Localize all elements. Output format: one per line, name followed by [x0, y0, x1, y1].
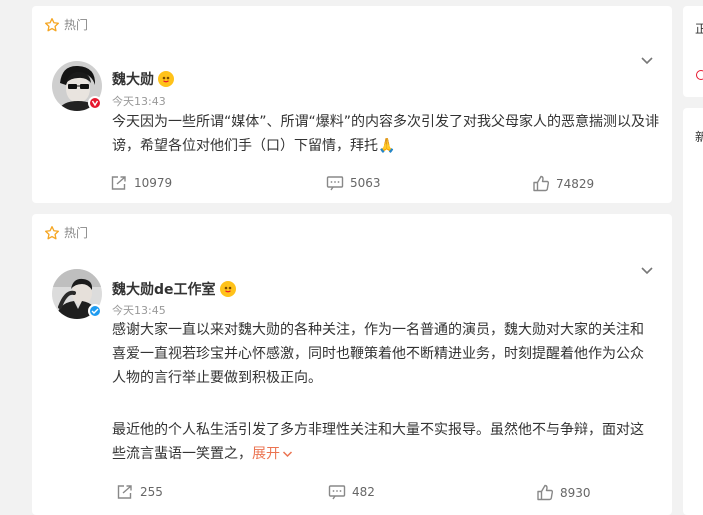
verified-badge-icon — [88, 304, 102, 318]
text-line: 今天因为一些所谓“媒体”、所谓“爆料”的内容多次引发了对我父母家人的恶意揣测以及… — [112, 114, 660, 130]
right-sidebar-card: 新 — [683, 108, 703, 515]
text-line: 喜爱一直视若珍宝并心怀感激，同时也鞭策着他不断精进业务，时刻提醒着他作为公众 — [112, 346, 644, 362]
comment-icon — [328, 485, 346, 500]
weibo-post-card: 热门 魏大勋 今天13:43 今天因为一些所谓“媒体”、所谓“爆料”的内容多次引… — [32, 6, 672, 203]
like-button[interactable]: 8930 — [536, 484, 591, 501]
thumbs-up-icon — [533, 175, 550, 192]
author-line: 魏大勋de工作室 — [112, 279, 236, 299]
hot-tag: 热门 — [44, 16, 88, 33]
vip-member-icon — [158, 71, 174, 87]
chevron-down-icon[interactable] — [640, 56, 654, 66]
comment-button[interactable]: 5063 — [326, 175, 381, 191]
comment-count: 5063 — [350, 176, 381, 190]
text-line: 谤，希望各位对他们手（口）下留情，拜托🙏 — [112, 138, 396, 154]
sidebar-heading: 正 — [695, 22, 703, 36]
radio-icon[interactable] — [696, 70, 703, 80]
comment-icon — [326, 176, 344, 191]
chevron-down-icon[interactable] — [640, 266, 654, 276]
text-line: 最近他的个人私生活引发了多方非理性关注和大量不实报导。虽然他不与争辩，面对这 — [112, 422, 644, 438]
right-sidebar-card: 正 — [683, 6, 703, 97]
author-name[interactable]: 魏大勋de工作室 — [112, 279, 216, 299]
author-name[interactable]: 魏大勋 — [112, 69, 154, 89]
comment-count: 482 — [352, 485, 375, 499]
repost-count: 10979 — [134, 176, 173, 190]
text-line: 人物的言行举止要做到积极正向。 — [112, 370, 322, 386]
like-count: 8930 — [560, 485, 591, 500]
like-count: 74829 — [556, 176, 595, 191]
repost-button[interactable]: 255 — [116, 484, 163, 500]
text-line: 感谢大家一直以来对魏大勋的各种关注，作为一名普通的演员，魏大勋对大家的关注和 — [112, 322, 644, 338]
thumbs-up-icon — [537, 484, 554, 501]
comment-button[interactable]: 482 — [328, 484, 375, 500]
weibo-post-card: 热门 魏大勋de工作室 今天13:45 感谢大家一直以来对魏大勋的各种关注，作为… — [32, 214, 672, 515]
verified-badge-icon — [88, 96, 102, 110]
post-time[interactable]: 今天13:43 — [112, 93, 166, 109]
expand-link[interactable]: 展开 — [252, 446, 293, 462]
repost-icon — [111, 176, 126, 190]
post-time[interactable]: 今天13:45 — [112, 302, 166, 318]
repost-count: 255 — [140, 485, 163, 499]
author-line: 魏大勋 — [112, 69, 174, 89]
hot-label: 热门 — [64, 226, 89, 240]
text-line: 些流言蜚语一笑置之，展开 — [112, 442, 652, 466]
hot-label: 热门 — [64, 18, 89, 32]
post-text: 感谢大家一直以来对魏大勋的各种关注，作为一名普通的演员，魏大勋对大家的关注和 喜… — [112, 318, 652, 390]
post-text-continued: 最近他的个人私生活引发了多方非理性关注和大量不实报导。虽然他不与争辩，面对这 些… — [112, 418, 652, 466]
chevron-down-icon — [282, 451, 293, 458]
like-button[interactable]: 74829 — [532, 175, 594, 192]
repost-icon — [117, 485, 132, 499]
repost-button[interactable]: 10979 — [110, 175, 172, 191]
star-icon — [45, 225, 59, 239]
sidebar-heading: 新 — [695, 130, 703, 144]
vip-member-icon — [219, 281, 236, 297]
post-text: 今天因为一些所谓“媒体”、所谓“爆料”的内容多次引发了对我父母家人的恶意揣测以及… — [112, 110, 660, 158]
hot-tag: 热门 — [44, 224, 88, 241]
star-icon — [45, 17, 59, 31]
